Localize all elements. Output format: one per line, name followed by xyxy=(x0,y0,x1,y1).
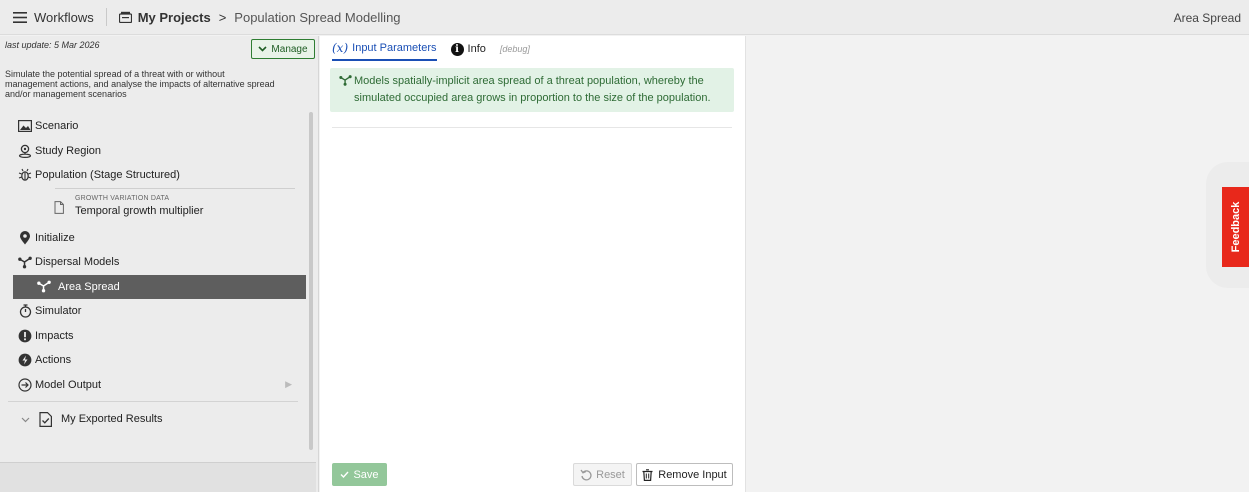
tab-label: Input Parameters xyxy=(352,42,437,54)
feedback-label: Feedback xyxy=(1229,201,1242,253)
divider xyxy=(55,187,295,189)
arrow-circle-icon xyxy=(18,377,32,392)
reset-button[interactable]: Reset xyxy=(573,463,632,486)
undo-icon xyxy=(580,469,592,480)
tree-item-label: Initialize xyxy=(35,231,75,244)
tree-item-model-output[interactable]: Model Output ▶ xyxy=(0,373,306,398)
growth-label: Temporal growth multiplier xyxy=(75,204,204,217)
tree-item-impacts[interactable]: Impacts xyxy=(0,324,306,349)
model-description-banner: Models spatially-implicit area spread of… xyxy=(330,68,734,112)
tree-item-label: Dispersal Models xyxy=(35,256,120,269)
tree-item-label: Simulator xyxy=(35,305,82,318)
tree-item-area-spread[interactable]: Area Spread xyxy=(13,274,306,299)
file-icon xyxy=(54,200,64,217)
sidebar-scrollbar[interactable] xyxy=(307,112,315,456)
variable-icon: (x) xyxy=(332,41,349,55)
breadcrumb: My Projects > Population Spread Modellin… xyxy=(118,9,401,25)
manage-button[interactable]: Manage xyxy=(251,39,315,59)
projects-icon xyxy=(118,11,132,23)
workflow-description: Simulate the potential spread of a threa… xyxy=(5,69,275,99)
sidebar: last update: 5 Mar 2026 Manage Simulate … xyxy=(0,36,319,492)
file-check-icon xyxy=(39,412,52,427)
breadcrumb-current: Population Spread Modelling xyxy=(234,9,401,25)
tree-item-label: Study Region xyxy=(35,144,102,157)
expand-arrow-icon[interactable]: ▶ xyxy=(285,379,292,390)
tree-item-scenario[interactable]: Scenario xyxy=(0,114,306,139)
exported-results[interactable]: My Exported Results xyxy=(0,407,306,433)
tree-item-growth-multiplier[interactable]: GROWTH VARIATION DATA Temporal growth mu… xyxy=(0,187,306,226)
breadcrumb-projects[interactable]: My Projects xyxy=(138,10,211,25)
chevron-down-icon xyxy=(21,417,30,423)
workflow-tree: Scenario Study Region Population (Stage … xyxy=(0,114,306,402)
tab-info[interactable]: i Info xyxy=(450,42,486,60)
growth-caption: GROWTH VARIATION DATA xyxy=(75,194,170,202)
lightning-icon xyxy=(18,353,32,367)
tree-item-label: Model Output xyxy=(35,378,102,391)
alert-icon xyxy=(18,329,32,343)
image-icon xyxy=(18,119,32,133)
input-panel: (x) Input Parameters i Info [debug] Mode… xyxy=(320,36,746,492)
divider xyxy=(8,401,298,402)
trash-icon xyxy=(642,468,653,481)
banner-text: Models spatially-implicit area spread of… xyxy=(354,75,711,104)
divider xyxy=(105,8,107,26)
exported-results-label: My Exported Results xyxy=(61,413,163,425)
tree-item-actions[interactable]: Actions xyxy=(0,348,306,373)
check-icon xyxy=(340,471,349,478)
info-icon: i xyxy=(450,42,464,56)
workflows-label: Workflows xyxy=(34,9,94,25)
panel-tabs: (x) Input Parameters i Info [debug] xyxy=(332,41,530,61)
remove-input-label: Remove Input xyxy=(658,468,727,481)
chevron-down-icon xyxy=(258,46,267,52)
tree-item-initialize[interactable]: Initialize xyxy=(0,226,306,251)
breadcrumb-separator: > xyxy=(218,9,227,25)
feedback-button[interactable]: Feedback xyxy=(1222,187,1249,267)
tree-item-study-region[interactable]: Study Region xyxy=(0,139,306,164)
divider xyxy=(332,127,732,128)
tab-input-parameters[interactable]: (x) Input Parameters xyxy=(332,41,437,61)
save-label: Save xyxy=(353,468,379,481)
tree-item-simulator[interactable]: Simulator xyxy=(0,299,306,324)
sidebar-footer xyxy=(0,462,316,492)
last-update: last update: 5 Mar 2026 xyxy=(5,40,100,50)
bug-icon xyxy=(18,168,32,182)
tree-item-dispersal-models[interactable]: Dispersal Models xyxy=(0,250,306,275)
location-pin-icon xyxy=(18,144,32,158)
save-button[interactable]: Save xyxy=(332,463,387,486)
tab-debug[interactable]: [debug] xyxy=(500,44,530,58)
tree-item-population[interactable]: Population (Stage Structured) xyxy=(0,163,306,188)
tab-label: [debug] xyxy=(499,44,530,54)
spread-icon xyxy=(37,280,51,294)
remove-input-button[interactable]: Remove Input xyxy=(636,463,733,486)
scrollbar-thumb[interactable] xyxy=(309,112,313,450)
map-marker-icon xyxy=(18,230,32,245)
tab-label: Info xyxy=(467,43,486,55)
tree-item-label: Actions xyxy=(35,354,72,367)
reset-label: Reset xyxy=(596,468,625,481)
tree-item-label: Population (Stage Structured) xyxy=(35,169,180,182)
manage-label: Manage xyxy=(271,43,308,55)
spread-icon xyxy=(18,255,32,269)
tree-item-label: Scenario xyxy=(35,120,79,133)
current-view-label: Area Spread xyxy=(1173,11,1241,25)
hamburger-icon xyxy=(13,11,27,23)
top-bar: Workflows My Projects > Population Sprea… xyxy=(0,0,1249,35)
spread-icon xyxy=(339,75,352,92)
stopwatch-icon xyxy=(18,304,32,318)
workflows-menu[interactable]: Workflows xyxy=(0,10,94,25)
tree-item-label: Impacts xyxy=(35,329,74,342)
tree-item-label: Area Spread xyxy=(58,280,120,293)
